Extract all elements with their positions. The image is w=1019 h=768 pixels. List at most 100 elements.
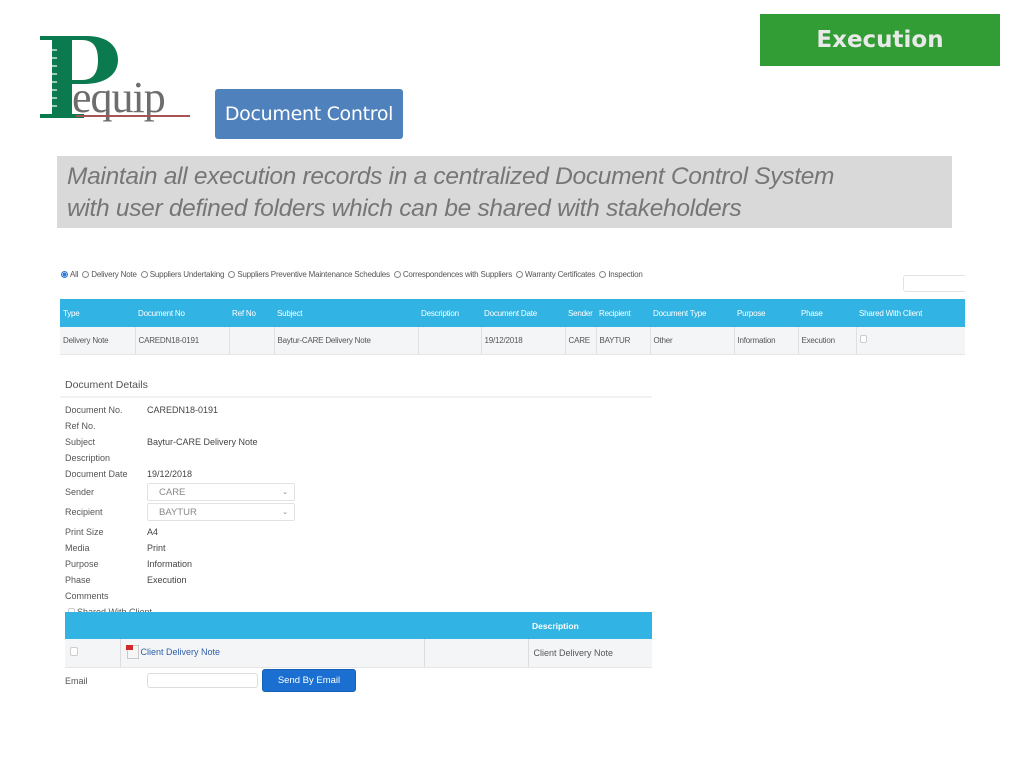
column-header-document-no[interactable]: Document No bbox=[135, 299, 229, 327]
document-control-label: Document Control bbox=[224, 103, 394, 125]
radio-icon[interactable] bbox=[82, 271, 90, 278]
detail-label: Media bbox=[65, 543, 90, 553]
cell-document-no: CAREDN18-0191 bbox=[134, 327, 229, 355]
detail-label: Recipient bbox=[65, 507, 103, 517]
cell-extra bbox=[423, 639, 528, 668]
detail-label: Phase bbox=[65, 575, 91, 585]
cell-purpose: Information bbox=[733, 327, 798, 355]
detail-sender: Sender CARE ⌄ bbox=[60, 482, 652, 502]
radio-icon[interactable] bbox=[228, 271, 236, 278]
detail-purpose: Purpose Information bbox=[60, 556, 652, 572]
column-header-sender[interactable]: Sender bbox=[565, 299, 596, 327]
attachments-table: Description Client Delivery Note Client … bbox=[65, 612, 652, 668]
filter-option-suppliers-undertaking[interactable]: Suppliers Undertaking bbox=[140, 270, 225, 279]
cell-description bbox=[417, 327, 481, 355]
svg-text:equip: equip bbox=[72, 73, 165, 122]
radio-icon[interactable] bbox=[516, 271, 524, 278]
email-label: Email bbox=[65, 675, 88, 686]
documents-table: Type Document No Ref No Subject Descript… bbox=[60, 299, 965, 355]
filter-option-delivery-note[interactable]: Delivery Note bbox=[82, 270, 137, 279]
column-header-extra bbox=[424, 612, 528, 639]
table-row[interactable]: Delivery Note CAREDN18-0191 Baytur-CARE … bbox=[60, 327, 965, 355]
column-header-purpose[interactable]: Purpose bbox=[734, 299, 798, 327]
radio-icon[interactable] bbox=[140, 271, 148, 278]
cell-document-date: 19/12/2018 bbox=[480, 327, 565, 355]
chevron-down-icon: ⌄ bbox=[282, 509, 288, 516]
column-header-select bbox=[65, 612, 120, 639]
tagline-box: Maintain all execution records in a cent… bbox=[57, 156, 952, 228]
email-input[interactable] bbox=[147, 673, 258, 688]
radio-checked-icon[interactable] bbox=[61, 271, 68, 278]
radio-icon[interactable] bbox=[599, 271, 607, 278]
filter-option-warranty-certificates[interactable]: Warranty Certificates bbox=[516, 270, 595, 279]
recipient-select-value: BAYTUR bbox=[159, 506, 197, 518]
detail-label: Sender bbox=[65, 487, 95, 497]
column-header-ref-no[interactable]: Ref No bbox=[229, 299, 274, 327]
documents-table-header: Type Document No Ref No Subject Descript… bbox=[60, 299, 965, 327]
attachment-link[interactable]: Client Delivery Note bbox=[125, 645, 221, 660]
cell-subject: Baytur-CARE Delivery Note bbox=[273, 327, 418, 355]
filter-label: Suppliers Undertaking bbox=[149, 270, 225, 279]
chevron-down-icon: ⌄ bbox=[282, 489, 288, 496]
sender-select[interactable]: CARE ⌄ bbox=[147, 483, 295, 501]
email-row: Email Send By Email bbox=[65, 669, 356, 692]
column-header-file bbox=[120, 612, 424, 639]
pequip-logo: equip bbox=[38, 32, 193, 122]
column-header-description[interactable]: Description bbox=[418, 299, 481, 327]
cell-file: Client Delivery Note bbox=[119, 639, 424, 668]
tagline-line-1: Maintain all execution records in a cent… bbox=[67, 163, 835, 190]
pdf-file-icon bbox=[125, 645, 139, 660]
cell-type: Delivery Note bbox=[60, 327, 135, 355]
filter-option-correspondences[interactable]: Correspondences with Suppliers bbox=[393, 270, 513, 279]
column-header-type[interactable]: Type bbox=[60, 299, 135, 327]
filter-option-all[interactable]: All bbox=[61, 270, 79, 279]
attachments-table-header: Description bbox=[65, 612, 652, 639]
detail-phase: Phase Execution bbox=[60, 572, 652, 588]
filter-option-inspection[interactable]: Inspection bbox=[599, 270, 643, 279]
filter-label: Correspondences with Suppliers bbox=[402, 270, 513, 279]
detail-description: Description bbox=[60, 450, 652, 466]
detail-value: A4 bbox=[147, 527, 159, 537]
column-header-subject[interactable]: Subject bbox=[274, 299, 418, 327]
document-control-badge: Document Control bbox=[215, 89, 403, 139]
detail-label: Description bbox=[65, 453, 111, 463]
detail-ref-no: Ref No. bbox=[60, 418, 652, 434]
tagline-line-2: with user defined folders which can be s… bbox=[67, 195, 742, 222]
shared-with-client-checkbox[interactable] bbox=[859, 335, 867, 344]
attachment-file-name: Client Delivery Note bbox=[140, 646, 221, 657]
detail-subject: Subject Baytur-CARE Delivery Note bbox=[60, 434, 652, 450]
detail-comments: Comments bbox=[60, 588, 652, 604]
detail-print-size: Print Size A4 bbox=[60, 524, 652, 540]
detail-value: 19/12/2018 bbox=[147, 469, 193, 479]
column-header-document-date[interactable]: Document Date bbox=[481, 299, 565, 327]
detail-value: Baytur-CARE Delivery Note bbox=[147, 437, 258, 447]
filter-label: Delivery Note bbox=[91, 270, 137, 279]
attachment-row: Client Delivery Note Client Delivery Not… bbox=[65, 639, 652, 668]
document-type-filter: All Delivery Note Suppliers Undertaking … bbox=[61, 270, 647, 279]
send-by-email-button[interactable]: Send By Email bbox=[262, 669, 356, 692]
filter-label: Inspection bbox=[608, 270, 643, 279]
cell-ref-no bbox=[228, 327, 274, 355]
sender-select-value: CARE bbox=[159, 486, 186, 498]
column-header-shared-with-client[interactable]: Shared With Client bbox=[856, 299, 965, 327]
detail-label: Purpose bbox=[65, 559, 99, 569]
recipient-select[interactable]: BAYTUR ⌄ bbox=[147, 503, 295, 521]
column-header-phase[interactable]: Phase bbox=[798, 299, 856, 327]
attachment-select-checkbox[interactable] bbox=[70, 647, 78, 657]
pequip-logo-mark: equip bbox=[40, 36, 190, 122]
detail-document-no: Document No. CAREDN18-0191 bbox=[60, 402, 652, 418]
cell-phase: Execution bbox=[797, 327, 856, 355]
column-header-recipient[interactable]: Recipient bbox=[596, 299, 650, 327]
table-search-input[interactable] bbox=[903, 275, 965, 292]
column-header-document-type[interactable]: Document Type bbox=[650, 299, 734, 327]
detail-value: Information bbox=[147, 559, 193, 569]
radio-icon[interactable] bbox=[393, 271, 401, 278]
column-header-description: Description bbox=[528, 612, 652, 639]
filter-option-preventive-maintenance[interactable]: Suppliers Preventive Maintenance Schedul… bbox=[228, 270, 390, 279]
cell-sender: CARE bbox=[564, 327, 596, 355]
filter-label: Suppliers Preventive Maintenance Schedul… bbox=[237, 270, 390, 279]
detail-label: Comments bbox=[65, 591, 109, 601]
detail-label: Subject bbox=[65, 437, 96, 447]
detail-label: Document No. bbox=[65, 405, 123, 415]
cell-recipient: BAYTUR bbox=[595, 327, 650, 355]
